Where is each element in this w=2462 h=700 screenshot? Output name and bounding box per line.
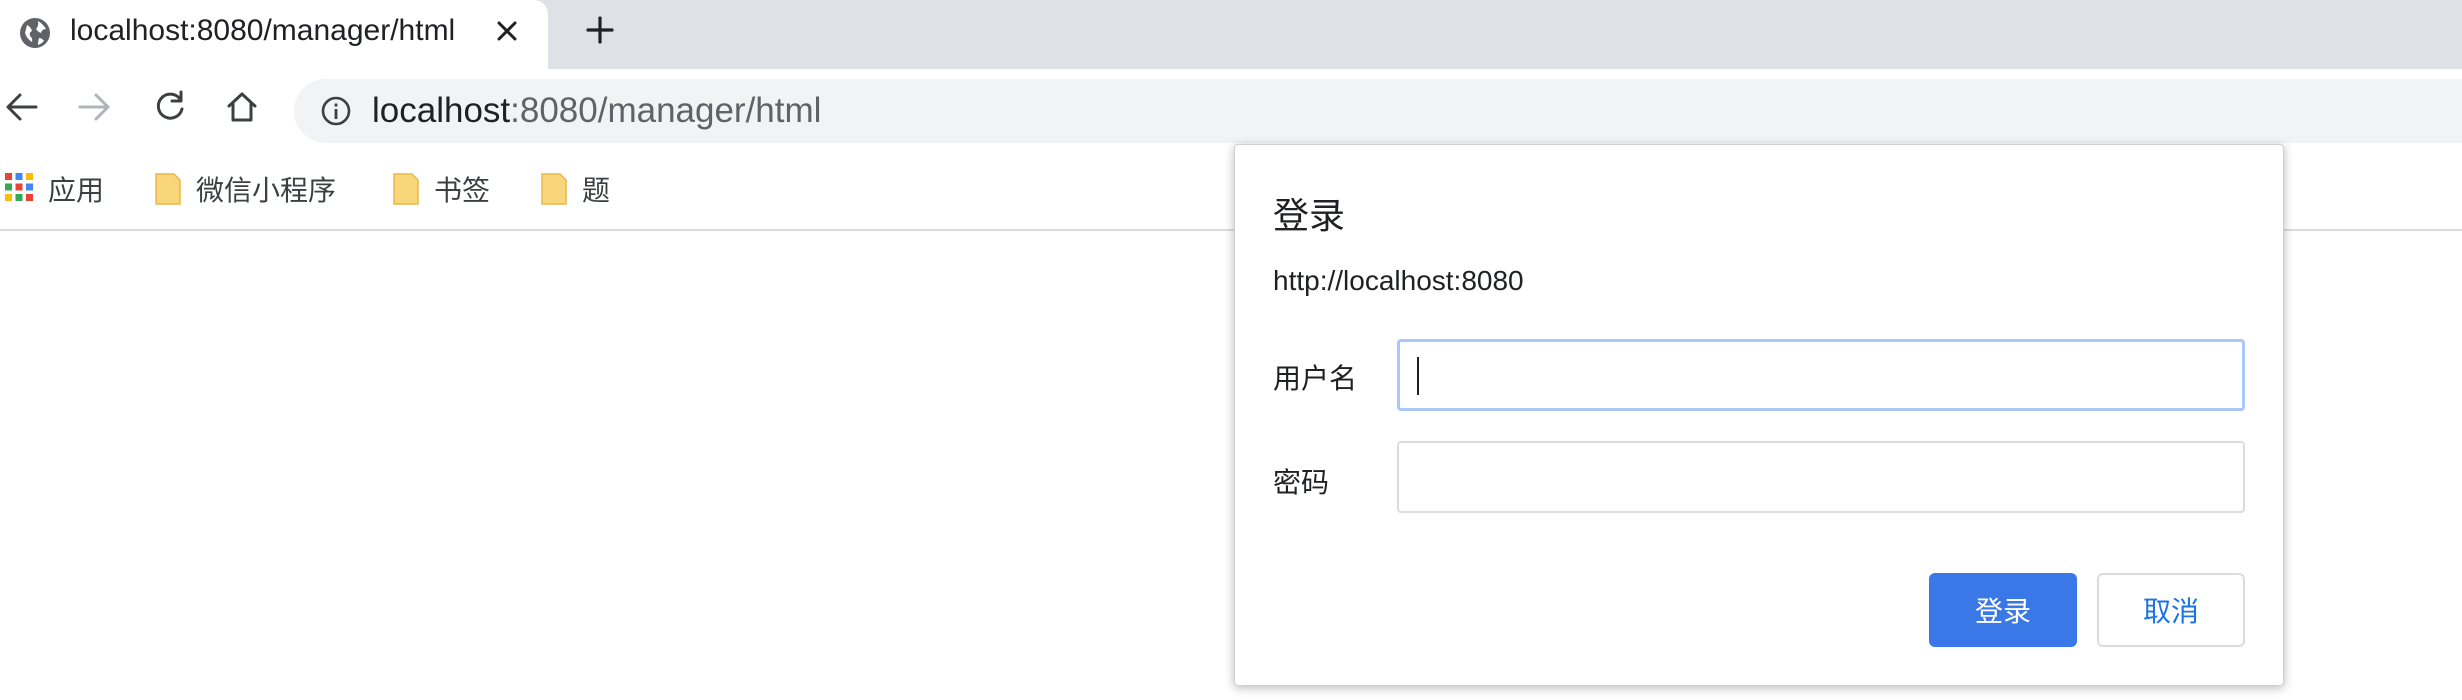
close-icon[interactable] (487, 11, 527, 51)
info-icon[interactable] (320, 95, 352, 127)
text-caret (1417, 357, 1419, 395)
bookmark-label: 微信小程序 (196, 174, 337, 207)
username-label: 用户名 (1273, 362, 1358, 395)
bookmark-label: 书签 (434, 174, 491, 207)
apps-grid-icon (4, 172, 34, 207)
address-bar[interactable]: localhost:8080/manager/html (294, 79, 2462, 143)
reload-icon (152, 89, 188, 130)
login-dialog: 登录 http://localhost:8080 用户名 密码 登录 取消 (1234, 144, 2284, 686)
bookmark-apps[interactable]: 应用 (4, 169, 104, 209)
tab-title: localhost:8080/manager/html (70, 14, 456, 47)
cancel-button[interactable]: 取消 (2097, 573, 2245, 647)
username-field[interactable] (1397, 339, 2245, 411)
url-text[interactable]: localhost:8080/manager/html (372, 92, 821, 130)
folder-icon (540, 172, 568, 206)
dialog-origin: http://localhost:8080 (1273, 265, 1524, 296)
home-button[interactable] (220, 87, 264, 131)
forward-arrow-icon (76, 89, 112, 130)
password-field[interactable] (1397, 441, 2245, 513)
reload-button[interactable] (148, 87, 192, 131)
new-tab-button[interactable] (578, 10, 622, 54)
browser-toolbar: localhost:8080/manager/html (0, 69, 2462, 153)
url-host: localhost (372, 91, 511, 130)
bookmark-label: 题 (582, 174, 611, 207)
folder-icon (392, 172, 420, 206)
folder-icon (154, 172, 182, 206)
login-button[interactable]: 登录 (1929, 573, 2077, 647)
bookmark-folder[interactable]: 题 (540, 169, 610, 209)
url-path: :8080/manager/html (510, 91, 822, 130)
password-label: 密码 (1273, 466, 1330, 499)
browser-tab[interactable]: localhost:8080/manager/html (0, 0, 548, 69)
back-arrow-icon (4, 89, 40, 130)
bookmark-folder[interactable]: 书签 (392, 169, 490, 209)
globe-icon (18, 16, 52, 50)
back-button[interactable] (0, 87, 44, 131)
plus-icon (585, 15, 615, 50)
dialog-title: 登录 (1273, 196, 1346, 237)
tab-strip: localhost:8080/manager/html (0, 0, 2462, 69)
bookmark-folder[interactable]: 微信小程序 (154, 169, 336, 209)
forward-button[interactable] (72, 87, 116, 131)
home-icon (224, 89, 260, 130)
bookmark-label: 应用 (48, 174, 105, 207)
